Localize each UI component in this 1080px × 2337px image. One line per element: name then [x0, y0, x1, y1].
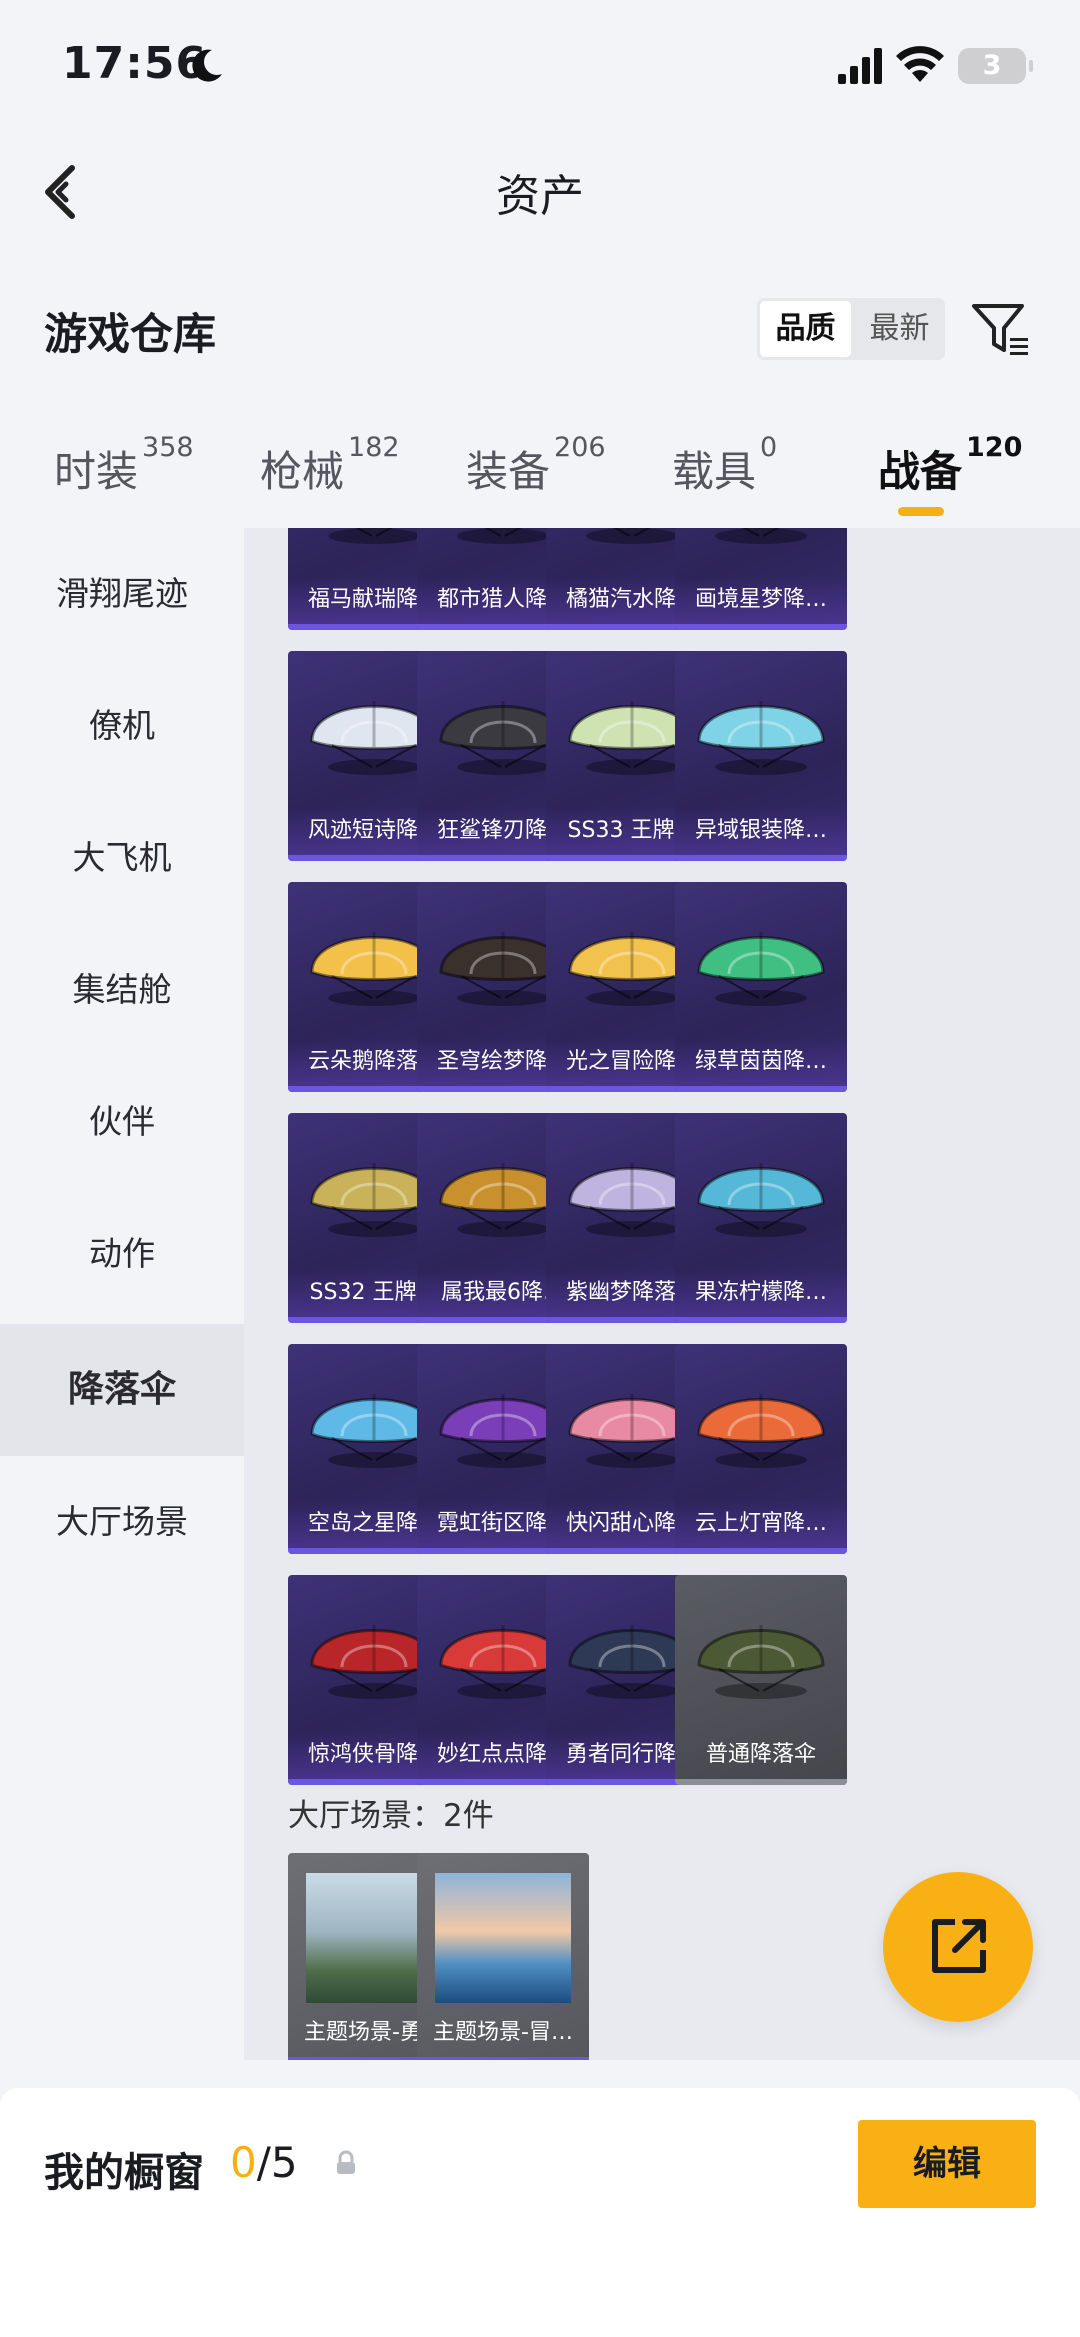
parachute-image [697, 932, 825, 1006]
tab-count: 206 [554, 432, 606, 463]
rarity-bar [675, 1317, 847, 1323]
tab-vehicles[interactable]: 载具 0 [672, 432, 777, 499]
parachute-image [697, 1163, 825, 1237]
tab-label: 载具 [672, 447, 757, 496]
showcase-total: /5 [256, 2138, 298, 2187]
moon-icon [192, 49, 222, 82]
lobby-scene-card[interactable]: 主题场景-冒… [417, 1853, 589, 2060]
wifi-icon [896, 46, 944, 82]
tab-count: 120 [966, 432, 1023, 463]
lobby-scene-section-title: 大厅场景：2件 [288, 1798, 494, 1834]
scene-name: 主题场景-冒… [433, 2020, 573, 2045]
tab-equipment[interactable]: 装备 206 [466, 432, 606, 499]
parachute-name: 果冻柠檬降… [675, 1269, 847, 1317]
sidebar-item-big-plane[interactable]: 大飞机 [0, 792, 244, 924]
external-link-icon [932, 1919, 986, 1973]
warehouse-title: 游戏仓库 [44, 310, 216, 360]
sidebar-item-emote[interactable]: 动作 [0, 1188, 244, 1320]
tab-battle-prep[interactable]: 战备 120 [878, 432, 1022, 499]
rarity-bar [675, 855, 847, 861]
parachute-name: 绿草茵茵降… [675, 1038, 847, 1086]
tab-count: 358 [142, 432, 194, 463]
active-tab-indicator [898, 507, 944, 516]
filter-icon[interactable] [970, 300, 1032, 360]
page-title: 资产 [496, 171, 584, 222]
parachute-name: 异域银装降… [675, 807, 847, 855]
tab-label: 枪械 [260, 447, 345, 496]
sidebar-item-wingman[interactable]: 僚机 [0, 660, 244, 792]
sort-toggle[interactable]: 品质 最新 [757, 298, 945, 360]
sort-quality-option[interactable]: 品质 [760, 301, 851, 357]
rarity-bar [675, 1779, 847, 1785]
showcase-label: 我的橱窗 [44, 2150, 204, 2196]
sidebar-item-rally-pod[interactable]: 集结舱 [0, 924, 244, 1056]
parachute-card[interactable]: 普通降落伞 [675, 1575, 847, 1785]
edit-button[interactable]: 编辑 [858, 2120, 1036, 2208]
scene-thumbnail [435, 1873, 571, 2003]
sort-latest-option[interactable]: 最新 [854, 298, 945, 360]
sidebar: 滑翔尾迹 僚机 大飞机 集结舱 伙伴 动作 降落伞 大厅场景 [0, 528, 244, 2060]
battery-icon: 3 [958, 48, 1033, 84]
rarity-bar [675, 1548, 847, 1554]
rarity-bar [417, 2057, 589, 2060]
parachute-card[interactable]: 异域银装降… [675, 651, 847, 861]
tab-count: 182 [348, 432, 400, 463]
sidebar-item-glide-trail[interactable]: 滑翔尾迹 [0, 528, 244, 660]
parachute-name: 画境星梦降… [675, 576, 847, 624]
rarity-bar [675, 1086, 847, 1092]
tab-fashion[interactable]: 时装 358 [54, 432, 194, 499]
parachute-image [697, 1625, 825, 1699]
tab-label: 战备 [878, 447, 963, 496]
parachute-image [697, 701, 825, 775]
parachute-image [715, 528, 807, 544]
tab-label: 时装 [54, 447, 139, 496]
parachute-card[interactable]: 云上灯宵降… [675, 1344, 847, 1554]
sidebar-item-parachute[interactable]: 降落伞 [0, 1324, 244, 1456]
showcase-bar: 我的橱窗 0/5 编辑 [0, 2088, 1080, 2337]
tab-label: 装备 [466, 447, 551, 496]
signal-icon [838, 48, 882, 84]
parachute-name: 云上灯宵降… [675, 1500, 847, 1548]
parachute-image [697, 1394, 825, 1468]
tab-guns[interactable]: 枪械 182 [260, 432, 400, 499]
share-button[interactable] [883, 1872, 1033, 2022]
parachute-card[interactable]: 画境星梦降… [675, 528, 847, 630]
tab-count: 0 [760, 432, 778, 463]
sidebar-item-lobby-scene[interactable]: 大厅场景 [0, 1456, 244, 1588]
sidebar-item-companion[interactable]: 伙伴 [0, 1056, 244, 1188]
showcase-current: 0 [230, 2138, 257, 2187]
parachute-name: 普通降落伞 [705, 1742, 816, 1767]
parachute-card[interactable]: 果冻柠檬降… [675, 1113, 847, 1323]
lock-icon [337, 2150, 355, 2174]
rarity-bar [675, 624, 847, 630]
parachute-card[interactable]: 绿草茵茵降… [675, 882, 847, 1092]
nav-bar: 资产 [0, 130, 1080, 250]
battery-level: 3 [982, 50, 1002, 81]
status-bar: 17:56 3 [0, 0, 1080, 130]
showcase-count: 0/5 [230, 2138, 298, 2187]
